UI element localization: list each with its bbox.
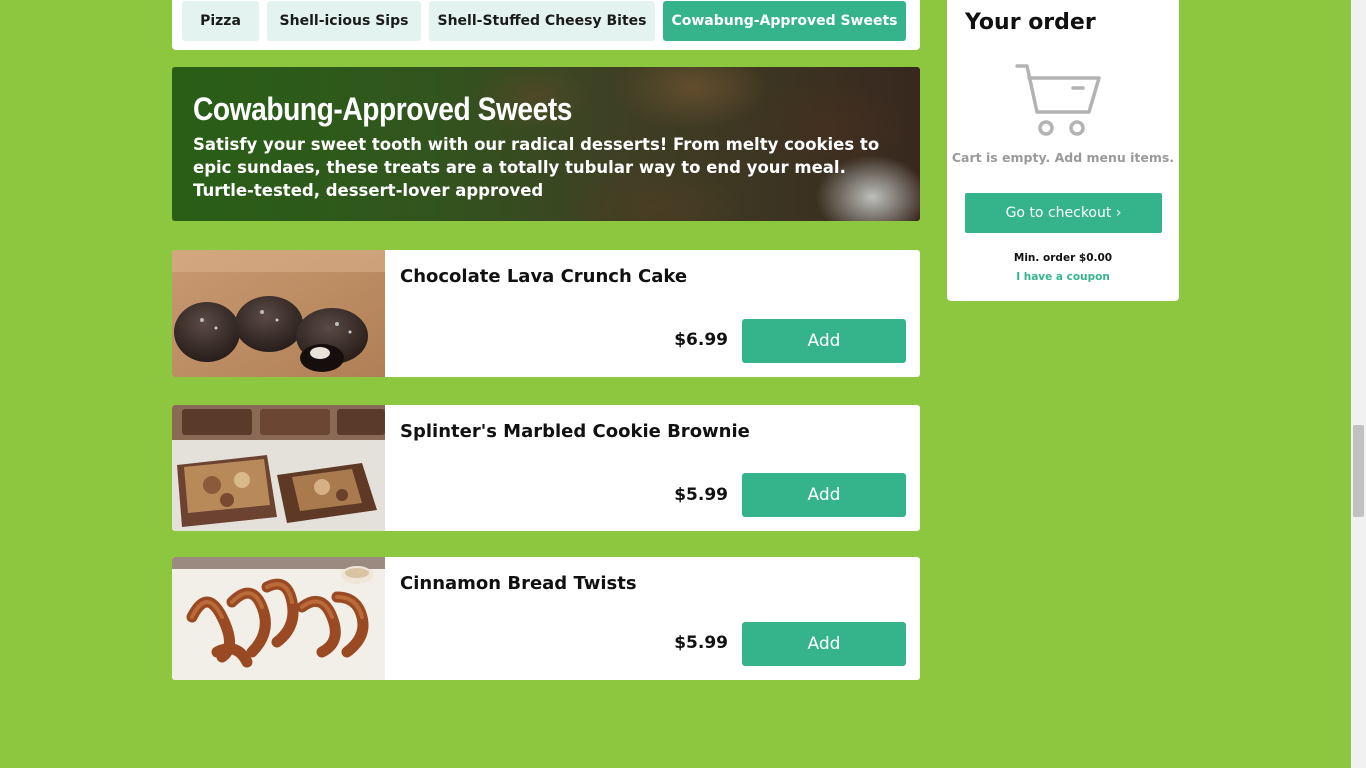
min-order-text: Min. order $0.00: [1013, 252, 1113, 264]
item-price: $5.99: [674, 485, 728, 505]
add-button[interactable]: Add: [742, 319, 906, 363]
item-image: [172, 250, 385, 377]
item-name: Cinnamon Bread Twists: [400, 573, 637, 594]
category-tabs: Pizza Shell-icious Sips Shell-Stuffed Ch…: [172, 0, 920, 50]
category-banner: Cowabung-Approved Sweets Satisfy your sw…: [172, 67, 920, 221]
banner-description: Satisfy your sweet tooth with our radica…: [193, 135, 880, 200]
item-price: $6.99: [674, 330, 728, 350]
page-scrollbar[interactable]: [1351, 0, 1366, 768]
item-image: [172, 557, 385, 680]
banner-title: Cowabung-Approved Sweets: [193, 91, 573, 127]
coupon-link[interactable]: I have a coupon: [947, 271, 1179, 283]
item-name: Splinter's Marbled Cookie Brownie: [400, 421, 750, 442]
item-image: [172, 405, 385, 531]
tab-shell-icious-sips[interactable]: Shell-icious Sips: [267, 1, 421, 41]
checkout-button[interactable]: Go to checkout ›: [965, 193, 1162, 233]
tab-shell-stuffed-cheesy-bites[interactable]: Shell-Stuffed Cheesy Bites: [429, 1, 655, 41]
menu-item-cinnamon-bread-twists: Cinnamon Bread Twists $5.99 Add: [172, 557, 920, 680]
menu-item-splinters-marbled-cookie-brownie: Splinter's Marbled Cookie Brownie $5.99 …: [172, 405, 920, 531]
item-name: Chocolate Lava Crunch Cake: [400, 266, 688, 287]
tab-cowabung-approved-sweets[interactable]: Cowabung-Approved Sweets: [663, 1, 906, 41]
menu-item-chocolate-lava-crunch-cake: Chocolate Lava Crunch Cake $6.99 Add: [172, 250, 920, 377]
add-button[interactable]: Add: [742, 622, 906, 666]
order-panel: Your order Cart is empty. Add menu items…: [947, 0, 1179, 301]
cart-empty-message: Cart is empty. Add menu items.: [951, 150, 1175, 165]
cart-icon: [1015, 62, 1103, 142]
item-price: $5.99: [674, 633, 728, 653]
order-title: Your order: [965, 10, 1096, 35]
tab-pizza[interactable]: Pizza: [182, 1, 259, 41]
add-button[interactable]: Add: [742, 473, 906, 517]
scrollbar-thumb[interactable]: [1353, 425, 1364, 517]
